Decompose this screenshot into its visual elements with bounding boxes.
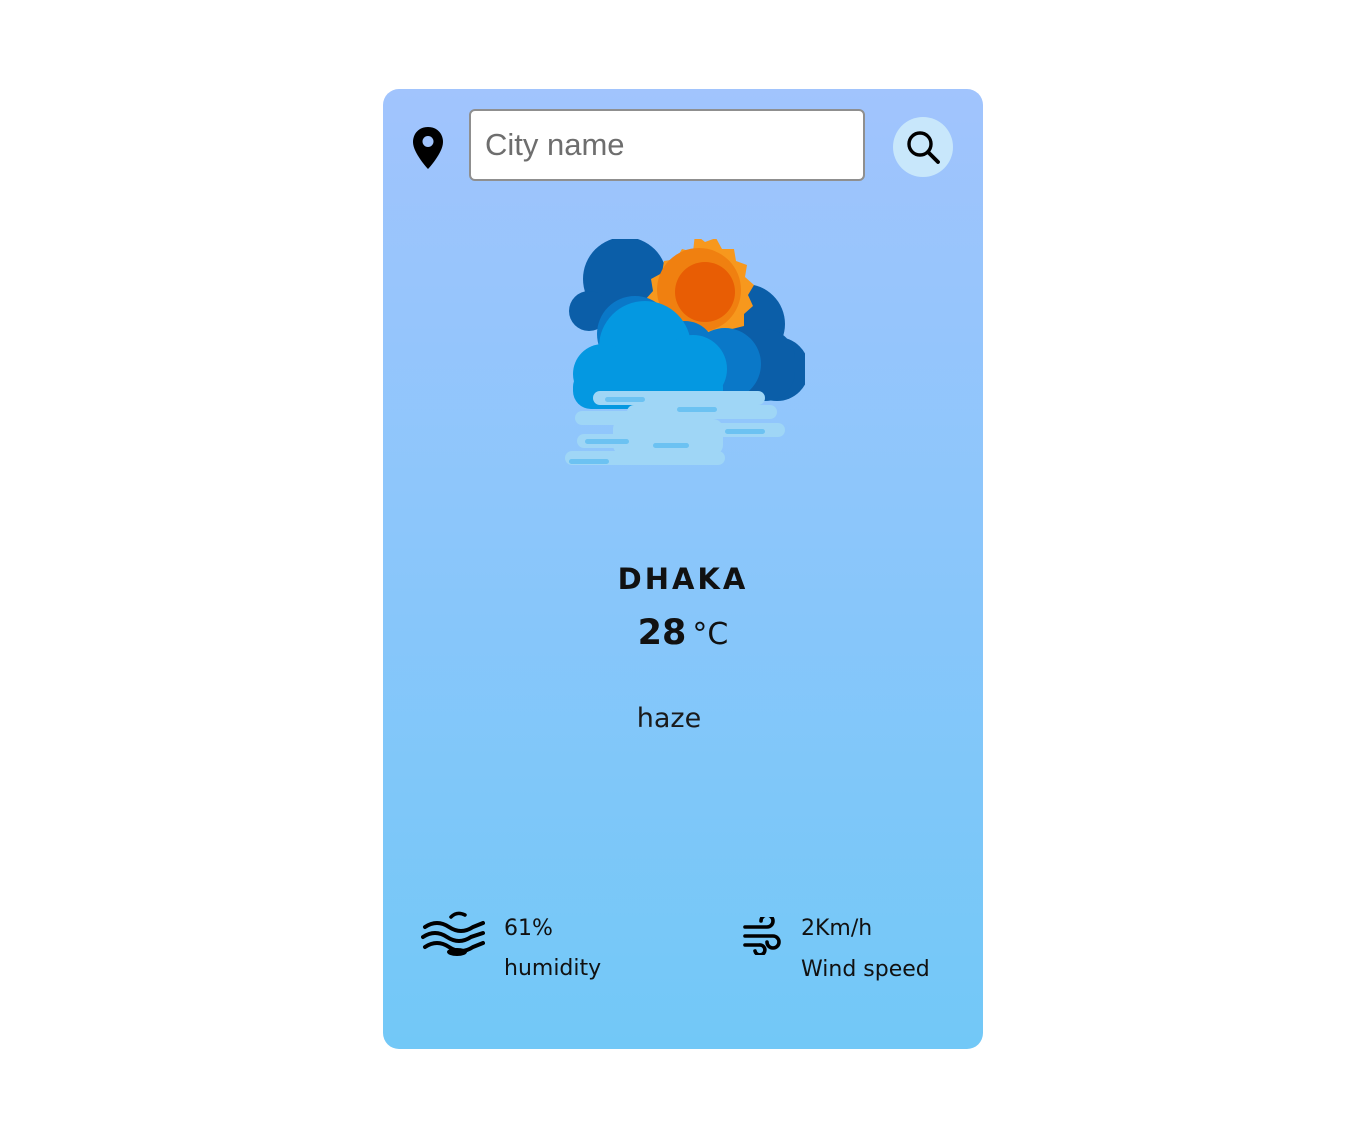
temperature-value: 28	[637, 613, 687, 653]
humidity-value: 61%	[504, 916, 553, 941]
temperature: 28 °C	[383, 613, 983, 653]
wind-detail: 2Km/h Wind speed	[743, 911, 973, 991]
wind-speed-value: 2Km/h	[801, 916, 873, 941]
city-search-input[interactable]	[469, 109, 865, 181]
humidity-detail: 61% humidity	[421, 911, 661, 991]
search-button[interactable]	[893, 117, 953, 177]
weather-card: DHAKA 28°C haze 61% humidity 2Km/h Wind	[383, 89, 983, 1049]
humidity-label: humidity	[504, 956, 602, 981]
weather-description: haze	[636, 703, 702, 734]
humidity-icon	[421, 911, 485, 961]
city-name: DHAKA	[617, 562, 749, 596]
wind-icon	[743, 913, 783, 959]
location-pin-icon[interactable]	[411, 126, 445, 170]
haze-weather-icon	[565, 234, 809, 479]
wind-speed-label: Wind speed	[801, 957, 930, 982]
search-icon	[907, 131, 940, 164]
temperature-unit: °C	[692, 617, 729, 652]
